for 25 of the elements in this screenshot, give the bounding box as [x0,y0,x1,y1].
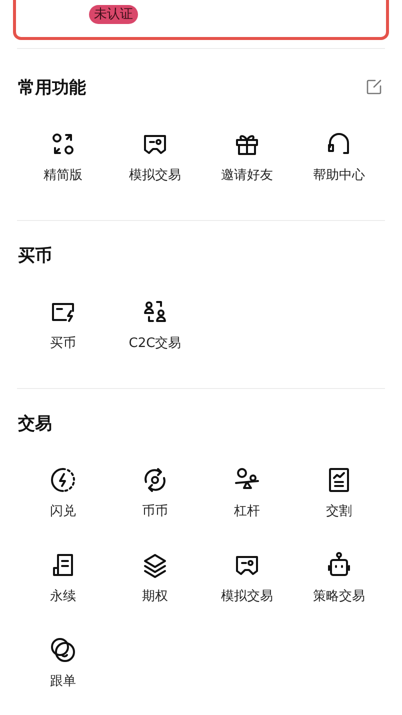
section-title: 交易 [18,413,52,436]
feature-button[interactable]: C2C交易 [109,298,201,353]
feature-button[interactable]: 邀请好友 [201,130,293,185]
feature-button[interactable]: 闪兑 [17,466,109,521]
robot-icon [325,551,353,579]
edit-icon [366,79,382,95]
overlapping-circles-icon [49,636,77,664]
feature-button[interactable]: 帮助中心 [293,130,385,185]
feature-button[interactable]: 模拟交易 [109,130,201,185]
feature-button[interactable]: 模拟交易 [201,551,293,606]
feature-button[interactable]: 期权 [109,551,201,606]
feature-button[interactable]: 交割 [293,466,385,521]
feature-button[interactable]: 跟单 [17,636,109,691]
feature-button[interactable]: 策略交易 [293,551,385,606]
verification-badge: 未认证 [89,5,138,24]
section-title: 买币 [18,245,52,268]
section-title: 常用功能 [18,77,86,100]
feature-button[interactable]: 精简版 [17,130,109,185]
lightning-circle-icon [49,466,77,494]
feature-button[interactable]: 杠杆 [201,466,293,521]
feature-button[interactable]: 买币 [17,298,109,353]
feature-button[interactable]: 币币 [109,466,201,521]
feature-button[interactable]: 永续 [17,551,109,606]
layers-icon [141,551,169,579]
edit-button[interactable] [366,79,384,97]
